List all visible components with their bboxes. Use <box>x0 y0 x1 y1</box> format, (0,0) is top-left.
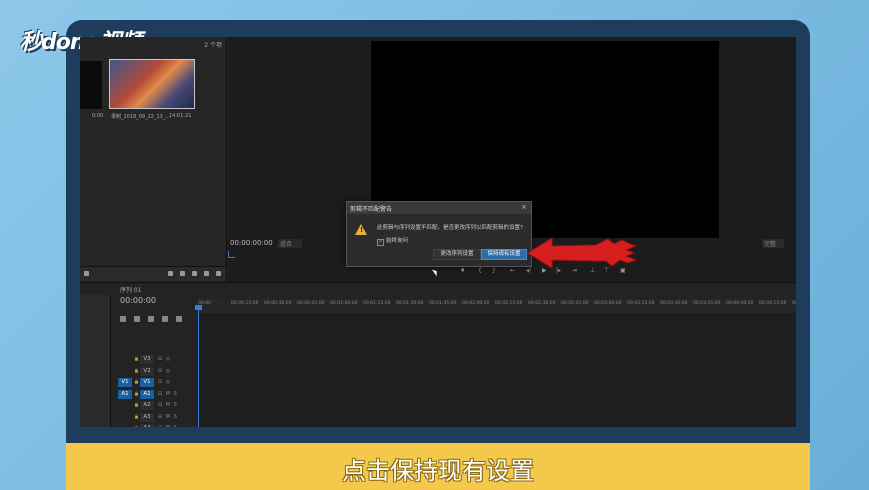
lock-icon[interactable]: 🔒 <box>134 391 139 396</box>
track-header: 🔒A4 ⊟ M S <box>112 424 196 427</box>
marker-icon[interactable] <box>162 316 168 322</box>
playhead-line <box>198 305 199 427</box>
new-bin-icon[interactable] <box>168 271 173 276</box>
monitor-timecode[interactable]: 00:00:00:00 <box>230 239 273 247</box>
new-item-icon[interactable] <box>180 271 185 276</box>
keep-existing-settings-button[interactable]: 保持现有设置 <box>481 249 527 260</box>
project-toolbar <box>80 266 226 281</box>
track-area[interactable] <box>198 313 796 427</box>
track-target-button[interactable]: A2 <box>140 401 154 410</box>
caption-text: 点击保持现有设置 <box>342 457 534 485</box>
timeline-panel: 序列 01 00:00:00 00:00 00:00:15:00 00:00:30:… <box>80 282 796 427</box>
timeline-timecode[interactable]: 00:00:00 <box>120 296 156 305</box>
lock-icon[interactable]: 🔒 <box>134 425 139 427</box>
track-toggle-icons[interactable]: ⊟ ◎ <box>158 379 171 385</box>
ruler-tick: 00:01:30:00 <box>396 301 424 306</box>
change-sequence-settings-button[interactable]: 更改序列设置 <box>433 249 481 260</box>
folder-icon[interactable] <box>204 271 209 276</box>
monitor-playhead[interactable] <box>228 251 235 258</box>
dialog-titlebar: 剪辑不匹配警告 × <box>347 202 531 214</box>
ruler-tick: 00:04:15:00 <box>759 301 787 306</box>
ruler-tick: 00:00:15:00 <box>231 301 259 306</box>
track-target-button[interactable]: V3 <box>140 355 154 364</box>
track-target-button[interactable]: V2 <box>140 366 154 376</box>
add-marker-icon[interactable] <box>148 316 154 322</box>
ruler-tick: 00:03:00:00 <box>594 301 622 306</box>
track-target-button[interactable]: A1 <box>140 389 154 399</box>
track-header: 🔒 V2 ⊟ ◎ <box>112 366 196 377</box>
track-target-button[interactable]: A4 <box>140 424 154 427</box>
ruler-tick: 00:02:00:00 <box>462 301 490 306</box>
caption-bar: 点击保持现有设置 <box>66 443 810 490</box>
track-target-button[interactable]: A3 <box>140 412 154 422</box>
checkbox-label: 始终询问 <box>386 238 409 244</box>
ruler-tick: 00:04:30:00 <box>792 301 796 306</box>
dialog-message: 此剪辑与序列设置不匹配。是否更改序列以匹配剪辑的设置? <box>377 225 523 231</box>
ruler-tick: 00:00:45:00 <box>297 301 325 306</box>
lock-icon[interactable]: 🔒 <box>134 414 139 419</box>
sequence-title[interactable]: 序列 01 <box>120 285 142 294</box>
red-arrow-annotation <box>527 237 638 269</box>
lock-icon[interactable]: 🔒 <box>134 379 139 384</box>
track-toggle-icons[interactable]: ⊟ ◎ <box>158 368 171 374</box>
find-icon[interactable] <box>192 271 197 276</box>
track-toggle-icons[interactable]: ⊟ M S <box>158 425 178 427</box>
lock-icon[interactable]: 🔒 <box>134 402 139 407</box>
track-toggle-icons[interactable]: ⊟ M S <box>158 414 178 420</box>
timeline-header: 序列 01 <box>80 283 796 295</box>
clip-mismatch-dialog: 剪辑不匹配警告 × ! 此剪辑与序列设置不匹配。是否更改序列以匹配剪辑的设置? … <box>346 201 532 267</box>
resolution-select[interactable]: 完整 <box>761 239 784 248</box>
sequence-time: 0:00 <box>92 113 104 119</box>
track-header: A1 🔒 A1 ⊟ M S <box>112 389 196 400</box>
source-patch-button[interactable]: V1 <box>118 378 132 387</box>
ruler-tick: 00:03:45:00 <box>693 301 721 306</box>
trash-icon[interactable] <box>216 271 221 276</box>
ruler-tick: 00:03:15:00 <box>627 301 655 306</box>
track-toggle-icons[interactable]: ⊟ M S <box>158 402 178 408</box>
go-to-in-icon[interactable]: ⇤ <box>510 267 515 274</box>
project-panel: 2 个项 0:00 录制_2018_09_22_13_... 14:01:21 <box>80 37 227 282</box>
ruler-tick: 00:04:00:00 <box>726 301 754 306</box>
ruler-tick: 00:01:00:00 <box>330 301 358 306</box>
thumbnail-sequence[interactable] <box>80 61 102 109</box>
checkbox-icon[interactable]: ✓ <box>377 239 384 246</box>
track-header: V1 🔒 V1 ⊟ ◎ <box>112 378 196 388</box>
tool-column <box>80 295 111 427</box>
ruler-tick: 00:02:45:00 <box>561 301 589 306</box>
marker-icon[interactable]: ♦ <box>460 267 465 274</box>
ruler-tick: 00:03:30:00 <box>660 301 688 306</box>
track-toggle-icons[interactable]: ⊟ ◎ <box>158 356 171 362</box>
timeline-tools <box>120 307 190 322</box>
track-target-button[interactable]: V1 <box>140 378 154 387</box>
ruler-tick: 00:02:30:00 <box>528 301 556 306</box>
ruler-tick: 00:02:15:00 <box>495 301 523 306</box>
ruler-tick: 00:01:45:00 <box>429 301 457 306</box>
dialog-title: 剪辑不匹配警告 <box>350 206 393 213</box>
ruler-tick: 00:00:30:00 <box>264 301 292 306</box>
close-icon[interactable]: × <box>521 203 527 211</box>
track-header: 🔒 A3 ⊟ M S <box>112 412 196 423</box>
lock-icon[interactable]: 🔒 <box>134 368 139 373</box>
ruler-tick: 00:01:15:00 <box>363 301 391 306</box>
lock-icon[interactable]: 🔒 <box>134 356 139 361</box>
item-count: 2 个项 <box>204 42 222 49</box>
source-patch-button[interactable]: A1 <box>118 389 132 399</box>
fit-select[interactable]: 适合 <box>278 239 303 248</box>
in-point-icon[interactable]: { <box>478 267 482 274</box>
clip-thumbnail[interactable] <box>109 59 195 109</box>
clip-duration: 14:01:21 <box>169 113 192 119</box>
list-view-icon[interactable] <box>84 271 89 276</box>
snap-icon[interactable] <box>120 316 126 322</box>
always-ask-checkbox[interactable]: ✓ 始终询问 <box>377 236 408 246</box>
wrench-icon[interactable] <box>176 316 182 322</box>
track-toggle-icons[interactable]: ⊟ M S <box>158 391 178 397</box>
track-header: 🔒 V3 ⊟ ◎ <box>112 355 196 365</box>
track-header: 🔒 A2 ⊟ M S <box>112 401 196 411</box>
out-point-icon[interactable]: } <box>492 267 496 274</box>
time-ruler[interactable]: 00:00 00:00:15:00 00:00:30:00 00:00:45:00 00… <box>198 299 796 314</box>
warning-mark: ! <box>360 226 364 234</box>
linked-selection-icon[interactable] <box>134 316 140 322</box>
